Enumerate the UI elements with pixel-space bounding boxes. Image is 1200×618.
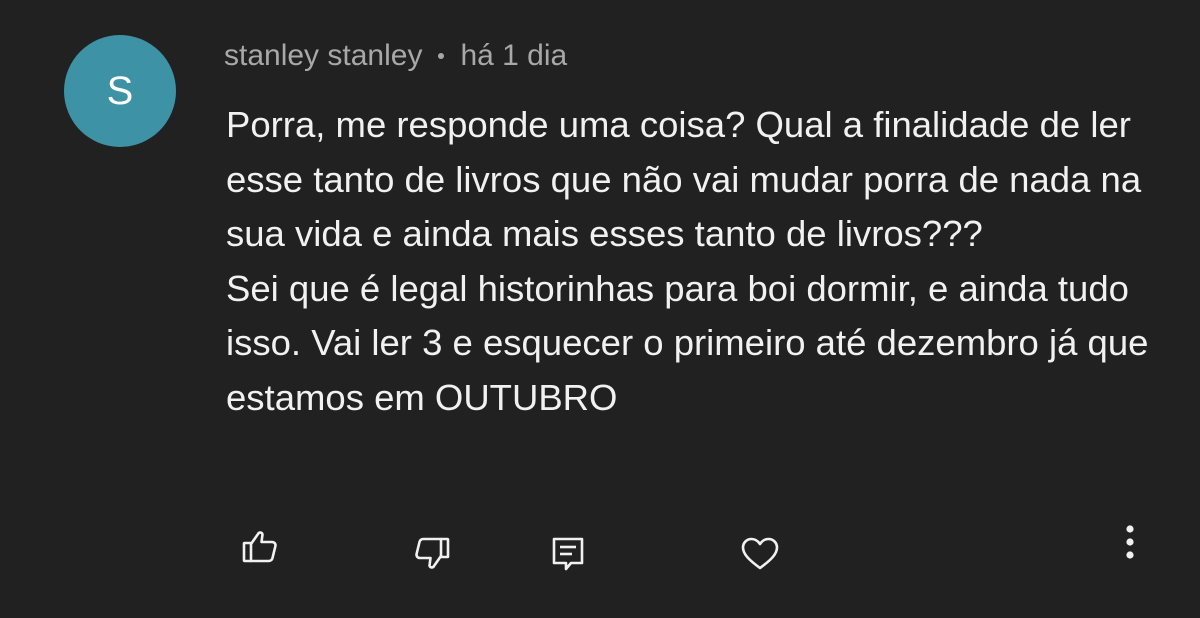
avatar-letter: S xyxy=(106,68,134,113)
avatar[interactable]: S xyxy=(64,35,176,147)
comment-header: stanley stanley há 1 dia xyxy=(224,36,567,76)
reply-button[interactable] xyxy=(540,526,596,582)
heart-button[interactable] xyxy=(732,526,788,582)
dislike-button[interactable] xyxy=(404,526,460,582)
thumbs-down-icon xyxy=(415,537,450,569)
more-options-button[interactable] xyxy=(1102,514,1158,570)
author-name[interactable]: stanley stanley xyxy=(224,39,422,73)
comment: S stanley stanley há 1 dia Porra, me res… xyxy=(0,0,1200,618)
separator-dot xyxy=(438,53,445,59)
comment-body: Porra, me responde uma coisa? Qual a fin… xyxy=(226,98,1171,425)
reply-icon xyxy=(552,537,584,571)
comment-paragraph: Sei que é legal historinhas para boi dor… xyxy=(226,267,1149,418)
timestamp: há 1 dia xyxy=(460,39,568,72)
heart-icon xyxy=(741,537,779,570)
comment-paragraph: Porra, me responde uma coisa? Qual a fin… xyxy=(226,104,1142,254)
thumbs-up-icon xyxy=(242,531,277,563)
like-button[interactable] xyxy=(232,518,288,574)
more-vertical-icon xyxy=(1126,525,1134,559)
